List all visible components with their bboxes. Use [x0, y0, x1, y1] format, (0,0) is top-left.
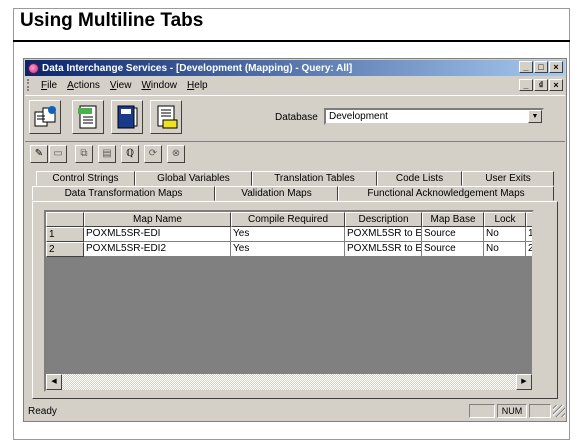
tab-translation-tables[interactable]: Translation Tables — [252, 171, 377, 186]
table-row[interactable]: 1 POXML5SR-EDI Yes POXML5SR to ED Source… — [46, 227, 532, 242]
menu-window[interactable]: Window — [141, 80, 177, 91]
report-button[interactable] — [150, 100, 182, 134]
query-button[interactable]: ℚ — [121, 145, 139, 163]
tab-user-exits[interactable]: User Exits — [462, 171, 554, 186]
table-row[interactable]: 2 POXML5SR-EDI2 Yes POXML5SR to ED Sourc… — [46, 242, 532, 257]
title-rule — [13, 40, 570, 42]
grid-corner[interactable] — [46, 212, 84, 227]
stop-icon: ⊗ — [171, 148, 181, 159]
minimize-button[interactable]: _ — [519, 61, 533, 73]
refresh-button[interactable]: ⟳ — [144, 145, 162, 163]
tab-validation-maps[interactable]: Validation Maps — [215, 186, 338, 201]
compile-button[interactable] — [72, 100, 104, 134]
horizontal-scrollbar[interactable]: ◀ ▶ — [46, 374, 532, 390]
cell-extra[interactable]: 1 — [526, 227, 532, 242]
copy-button[interactable]: ⧉ — [75, 145, 93, 163]
cell-compile-required[interactable]: Yes — [231, 242, 345, 257]
column-header-lock[interactable]: Lock — [484, 212, 526, 227]
mapping-editor-icon — [34, 106, 56, 127]
window-title: Data Interchange Services - [Development… — [42, 62, 353, 74]
status-text: Ready — [28, 405, 57, 417]
mdi-minimize-button[interactable]: _ — [519, 79, 533, 91]
scroll-right-icon[interactable]: ▶ — [516, 374, 532, 390]
tab-functional-acknowledgement-maps[interactable]: Functional Acknowledgement Maps — [338, 186, 554, 201]
tab-code-lists[interactable]: Code Lists — [377, 171, 462, 186]
edi-book-icon — [117, 105, 138, 129]
menubar-grip-icon[interactable] — [27, 79, 35, 91]
maximize-button[interactable]: □ — [534, 61, 548, 73]
cell-extra[interactable]: 2 — [526, 242, 532, 257]
page-title: Using Multiline Tabs — [20, 10, 204, 31]
copy-icon: ⧉ — [80, 148, 88, 159]
maps-grid: Map Name Compile Required Description Ma… — [44, 210, 534, 392]
cell-lock[interactable]: No — [484, 242, 526, 257]
scroll-left-icon[interactable]: ◀ — [46, 374, 62, 390]
close-button[interactable]: × — [549, 61, 563, 73]
app-window: Data Interchange Services - [Development… — [23, 58, 567, 422]
column-header-extra[interactable] — [526, 212, 532, 227]
menu-view[interactable]: View — [110, 80, 132, 91]
refresh-icon: ⟳ — [148, 148, 158, 159]
cell-description[interactable]: POXML5SR to ED — [345, 227, 422, 242]
mdi-restore-button[interactable]: ₫ — [534, 79, 548, 91]
menu-actions[interactable]: Actions — [67, 80, 100, 91]
properties-icon: ▤ — [102, 148, 112, 159]
menu-bar: File Actions View Window Help _ ₫ × — [25, 77, 565, 93]
cell-lock[interactable]: No — [484, 227, 526, 242]
app-icon[interactable] — [28, 62, 39, 74]
open-icon: ▭ — [53, 148, 63, 159]
secondary-toolbar: ✎ ▭ ⧉ ▤ ℚ ⟳ ⊗ — [25, 141, 565, 163]
tab-panel: Map Name Compile Required Description Ma… — [32, 201, 558, 399]
column-header-map-base[interactable]: Map Base — [422, 212, 484, 227]
cell-map-name[interactable]: POXML5SR-EDI — [84, 227, 231, 242]
compile-document-icon — [78, 105, 97, 129]
multiline-tabs: Control Strings Global Variables Transla… — [32, 171, 558, 401]
new-icon: ✎ — [34, 148, 44, 159]
query-icon: ℚ — [126, 148, 134, 159]
main-toolbar: Database Development ▼ — [25, 95, 565, 139]
cell-compile-required[interactable]: Yes — [231, 227, 345, 242]
stop-button[interactable]: ⊗ — [167, 145, 185, 163]
cell-description[interactable]: POXML5SR to ED — [345, 242, 422, 257]
database-value: Development — [329, 111, 388, 122]
edi-standards-button[interactable] — [111, 100, 143, 134]
database-select[interactable]: Development ▼ — [324, 108, 544, 125]
window-titlebar[interactable]: Data Interchange Services - [Development… — [25, 60, 565, 76]
status-num: NUM — [497, 404, 527, 418]
grid-header-row: Map Name Compile Required Description Ma… — [46, 212, 532, 227]
cell-map-base[interactable]: Source — [422, 242, 484, 257]
chevron-down-icon[interactable]: ▼ — [528, 110, 542, 123]
properties-button[interactable]: ▤ — [98, 145, 116, 163]
new-button[interactable]: ✎ — [30, 145, 48, 163]
mapping-editor-button[interactable] — [29, 100, 61, 134]
status-pane-empty — [469, 404, 495, 418]
database-label: Database — [275, 112, 318, 123]
cell-map-base[interactable]: Source — [422, 227, 484, 242]
report-icon — [157, 105, 178, 129]
menu-help[interactable]: Help — [187, 80, 208, 91]
mdi-close-button[interactable]: × — [549, 79, 563, 91]
menu-file[interactable]: File — [41, 80, 57, 91]
column-header-description[interactable]: Description — [345, 212, 422, 227]
scroll-track[interactable] — [62, 374, 516, 390]
column-header-map-name[interactable]: Map Name — [84, 212, 231, 227]
tab-control-strings[interactable]: Control Strings — [36, 171, 135, 186]
resize-grip-icon[interactable] — [553, 405, 565, 417]
column-header-compile-required[interactable]: Compile Required — [231, 212, 345, 227]
tab-data-transformation-maps[interactable]: Data Transformation Maps — [32, 186, 215, 201]
row-number[interactable]: 2 — [46, 242, 84, 257]
cell-map-name[interactable]: POXML5SR-EDI2 — [84, 242, 231, 257]
open-button[interactable]: ▭ — [49, 145, 67, 163]
tab-global-variables[interactable]: Global Variables — [135, 171, 252, 186]
status-pane-scroll — [529, 404, 551, 418]
status-bar: Ready NUM — [25, 402, 565, 420]
row-number[interactable]: 1 — [46, 227, 84, 242]
